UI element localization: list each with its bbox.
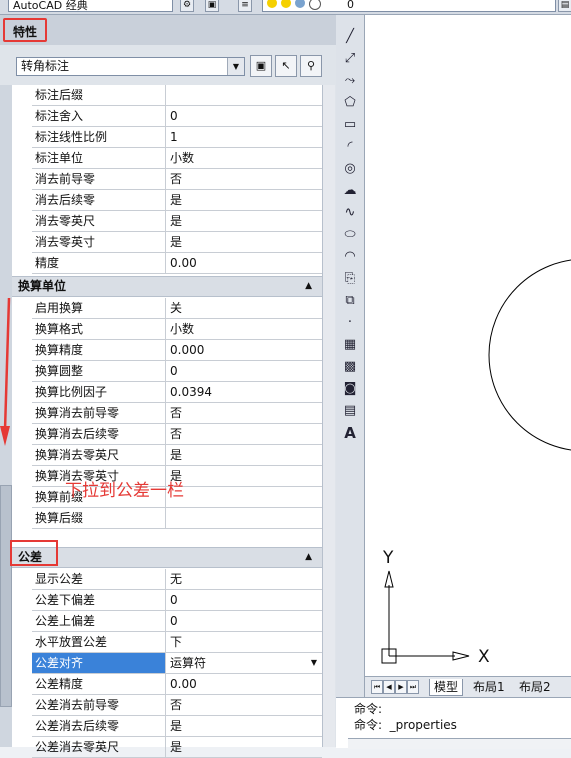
command-history-line: 命令: _properties xyxy=(354,718,457,732)
circle-icon[interactable]: ◎ xyxy=(340,159,360,179)
ellipse-icon[interactable]: ⬭ xyxy=(340,225,360,245)
layer-on-icon xyxy=(267,0,277,8)
ellipse-arc-icon[interactable]: ◠ xyxy=(340,247,360,267)
workspace-select[interactable]: AutoCAD 经典 xyxy=(8,0,173,12)
first-tab-icon[interactable]: ⏮ xyxy=(371,680,383,694)
property-row[interactable]: 换算消去前导零否 xyxy=(32,403,322,424)
property-row[interactable]: 消去前导零否 xyxy=(32,169,322,190)
layer-value: 0 xyxy=(347,0,354,11)
last-tab-icon[interactable]: ⏭ xyxy=(407,680,419,694)
property-row[interactable]: 精度 0.00 xyxy=(32,253,322,274)
top-toolbar: AutoCAD 经典 ⚙ ▣ ≡ 0 ▤ xyxy=(0,0,571,15)
workspace-lock-icon[interactable]: ▣ xyxy=(205,0,219,12)
palette-scrollbar[interactable] xyxy=(322,85,335,747)
layer-color-icon xyxy=(309,0,321,10)
property-row-selected[interactable]: 公差对齐 运算符 ▼ xyxy=(32,653,322,674)
property-row[interactable]: 换算圆整 0 xyxy=(32,361,322,382)
ucs-x-label: X xyxy=(478,647,490,667)
table-icon[interactable]: ▤ xyxy=(340,401,360,421)
property-row[interactable]: 标注单位 小数 xyxy=(32,148,322,169)
layer-select[interactable]: 0 xyxy=(262,0,556,12)
tolerance-highlight-box xyxy=(10,540,58,566)
polygon-icon[interactable]: ⬠ xyxy=(340,93,360,113)
drawing-area[interactable]: Y X xyxy=(365,15,571,676)
tab-layout1[interactable]: 布局1 xyxy=(469,679,509,695)
property-row[interactable]: 换算精度 0.000 xyxy=(32,340,322,361)
section-tolerances[interactable]: 公差 ▲ xyxy=(12,547,322,568)
multiline-text-icon[interactable]: A xyxy=(340,423,360,443)
properties-palette: 特性 转角标注 ▼ ▣ ↖ ⚲ 标注后缀 标注舍入 0 标注线性比例 1 标注单位小… xyxy=(0,15,337,758)
palette-titlebar: 特性 xyxy=(0,15,336,45)
property-row[interactable]: 公差上偏差 0 xyxy=(32,611,322,632)
property-row[interactable]: 换算后缀 xyxy=(32,508,322,529)
workspace-settings-icon[interactable]: ⚙ xyxy=(180,0,194,12)
section-alt-units[interactable]: 换算单位 ▲ xyxy=(12,276,322,297)
layer-previous-icon[interactable]: ▤ xyxy=(558,0,571,12)
property-row[interactable]: 消去后续零是 xyxy=(32,190,322,211)
layout-tabs-bar: ⏮ ◀ ▶ ⏭ 模型 布局1 布局2 xyxy=(365,676,571,697)
chevron-down-icon[interactable]: ▼ xyxy=(227,58,244,75)
layer-lock-icon xyxy=(295,0,305,8)
property-row[interactable]: 启用换算关 xyxy=(32,298,322,319)
property-row[interactable]: 公差消去后续零是 xyxy=(32,716,322,737)
line-icon[interactable]: ╱ xyxy=(340,27,360,47)
insert-block-icon[interactable]: ⎘ xyxy=(340,269,360,289)
revision-cloud-icon[interactable]: ☁ xyxy=(340,181,360,201)
point-icon[interactable]: · xyxy=(340,313,360,333)
property-row[interactable]: 水平放置公差下 xyxy=(32,632,322,653)
rectangle-icon[interactable]: ▭ xyxy=(340,115,360,135)
ucs-x-arrow xyxy=(452,651,470,661)
layer-freeze-icon xyxy=(281,0,291,8)
property-row[interactable]: 换算比例因子 0.0394 xyxy=(32,382,322,403)
annotation-text: 下拉到公差一栏 xyxy=(65,481,184,501)
layer-manager-icon[interactable]: ≡ xyxy=(238,0,252,12)
property-row[interactable]: 换算格式 小数 xyxy=(32,319,322,340)
property-row[interactable]: 显示公差无 xyxy=(32,569,322,590)
section-title: 换算单位 xyxy=(18,279,67,293)
arc-icon[interactable]: ◜ xyxy=(340,137,360,157)
circle-entity xyxy=(488,259,571,451)
object-type-select[interactable]: 转角标注 ▼ xyxy=(16,57,245,76)
polyline-icon[interactable]: ⤳ xyxy=(340,71,360,91)
drawing-canvas[interactable] xyxy=(365,15,571,676)
hatch-icon[interactable]: ▦ xyxy=(340,335,360,355)
gradient-icon[interactable]: ▩ xyxy=(340,357,360,377)
tab-layout2[interactable]: 布局2 xyxy=(515,679,555,695)
object-type-value: 转角标注 xyxy=(21,59,70,73)
spline-icon[interactable]: ∿ xyxy=(340,203,360,223)
property-row[interactable]: 标注后缀 xyxy=(32,85,322,106)
property-row[interactable]: 公差消去前导零否 xyxy=(32,695,322,716)
property-row[interactable]: 标注线性比例 1 xyxy=(32,127,322,148)
region-icon[interactable]: ◙ xyxy=(340,379,360,399)
construction-line-icon[interactable]: ⤢ xyxy=(340,49,360,69)
collapse-icon[interactable]: ▲ xyxy=(305,277,312,296)
command-window[interactable]: 命令: 命令: _properties xyxy=(336,697,571,749)
property-row[interactable]: 消去零英寸是 xyxy=(32,232,322,253)
property-row[interactable]: 消去零英尺是 xyxy=(32,211,322,232)
chevron-down-icon[interactable]: ▼ xyxy=(306,653,322,673)
property-row[interactable]: 公差精度 0.00 xyxy=(32,674,322,695)
property-grid: 标注后缀 标注舍入 0 标注线性比例 1 标注单位 小数 消去前导零否 消去后续零是 … xyxy=(12,85,322,758)
draw-toolbar: ╱ ⤢ ⤳ ⬠ ▭ ◜ ◎ ☁ ∿ ⬭ ◠ ⎘ ⧉ · ▦ ▩ ◙ ▤ A xyxy=(336,15,365,697)
palette-title: 特性 xyxy=(3,18,48,42)
down-arrow-annotation xyxy=(0,298,11,446)
property-row[interactable]: 换算消去后续零否 xyxy=(32,424,322,445)
command-input-area[interactable] xyxy=(348,738,571,749)
prev-tab-icon[interactable]: ◀ xyxy=(383,680,395,694)
quick-select-icon[interactable]: ⚲ xyxy=(300,55,322,77)
command-history-line: 命令: xyxy=(354,702,383,716)
property-row[interactable]: 标注舍入 0 xyxy=(32,106,322,127)
select-objects-icon[interactable]: ↖ xyxy=(275,55,297,77)
next-tab-icon[interactable]: ▶ xyxy=(395,680,407,694)
palette-side-thumb[interactable] xyxy=(0,485,12,707)
tab-model[interactable]: 模型 xyxy=(429,679,464,696)
ucs-y-arrow xyxy=(384,570,394,588)
pickadd-toggle-icon[interactable]: ▣ xyxy=(250,55,272,77)
property-row[interactable]: 公差下偏差 0 xyxy=(32,590,322,611)
ucs-y-label: Y xyxy=(383,548,394,568)
make-block-icon[interactable]: ⧉ xyxy=(340,291,360,311)
property-row[interactable]: 换算消去零英尺是 xyxy=(32,445,322,466)
collapse-icon[interactable]: ▲ xyxy=(305,548,312,567)
property-row[interactable]: 公差消去零英尺是 xyxy=(32,737,322,758)
